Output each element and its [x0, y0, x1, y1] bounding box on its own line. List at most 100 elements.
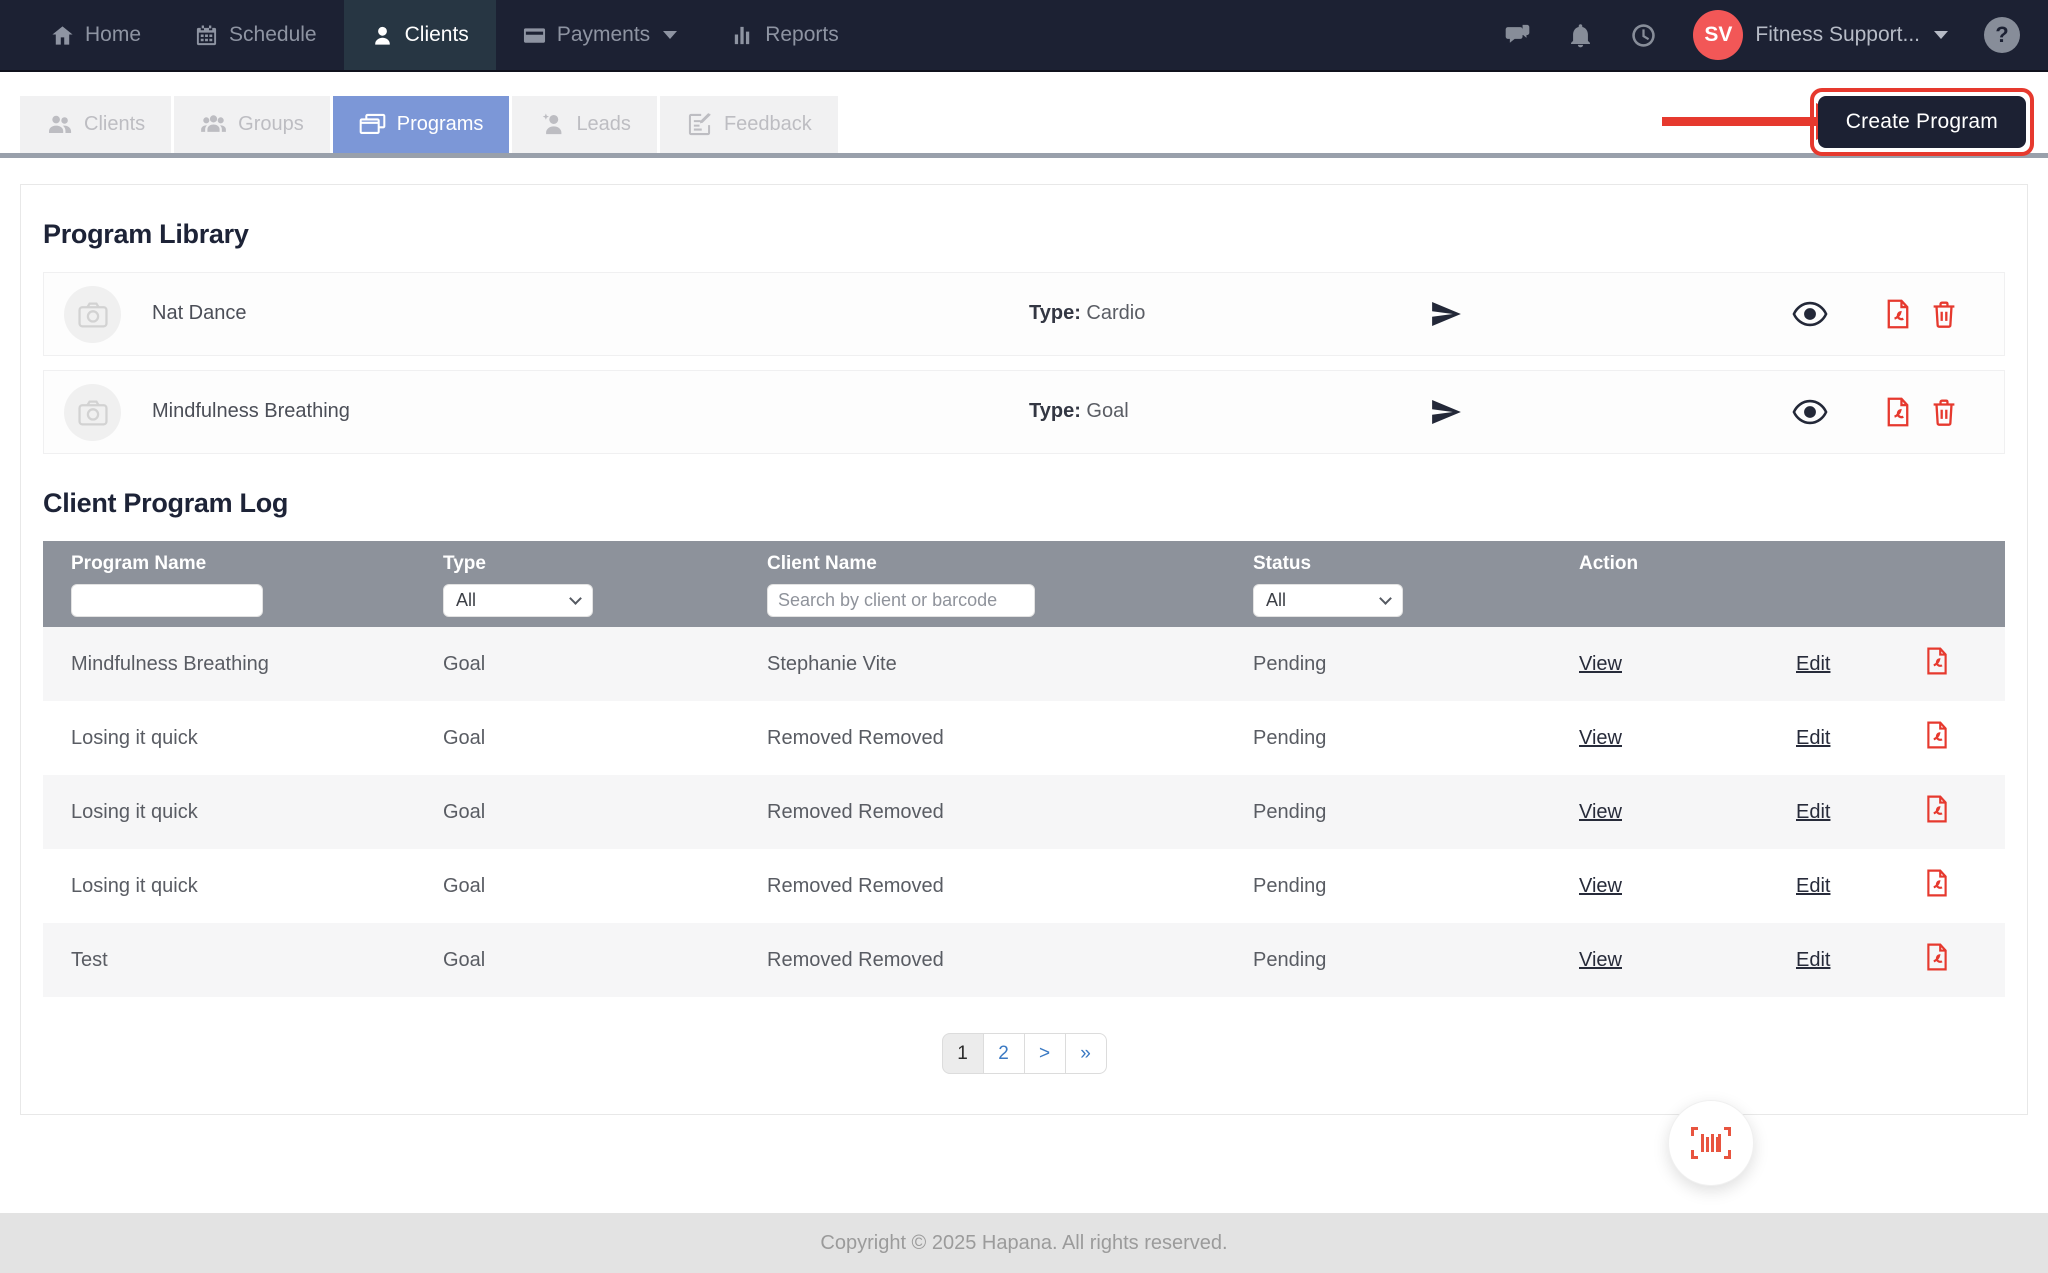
notifications-button[interactable] — [1567, 22, 1594, 49]
send-program-button[interactable] — [1429, 395, 1463, 434]
nav-clients[interactable]: Clients — [344, 0, 496, 70]
camera-placeholder-icon — [76, 298, 110, 332]
view-link[interactable]: View — [1579, 727, 1622, 749]
tab-leads-label: Leads — [576, 113, 631, 136]
top-nav-utilities: SV Fitness Support... ? — [1504, 0, 2048, 70]
cell-program: Losing it quick — [71, 875, 443, 898]
cell-status: Pending — [1253, 949, 1579, 972]
trash-icon — [1930, 299, 1958, 329]
tab-clients[interactable]: Clients — [20, 96, 171, 153]
program-name-header: Program Name — [71, 553, 443, 575]
account-menu[interactable]: SV Fitness Support... — [1693, 10, 1948, 60]
row-pdf-button[interactable] — [1924, 869, 1950, 903]
page-1-button[interactable]: 1 — [942, 1033, 984, 1074]
tab-programs[interactable]: Programs — [333, 96, 510, 153]
program-name-filter-input[interactable] — [71, 584, 263, 617]
person-icon — [371, 24, 394, 47]
next-page-button[interactable]: > — [1024, 1033, 1066, 1074]
table-row: Mindfulness Breathing Goal Stephanie Vit… — [43, 627, 2005, 701]
home-icon — [51, 24, 74, 47]
program-pdf-button[interactable] — [1884, 397, 1912, 432]
edit-link[interactable]: Edit — [1796, 949, 1830, 971]
preview-program-button[interactable] — [1792, 399, 1828, 430]
pdf-file-icon — [1924, 943, 1950, 971]
edit-link[interactable]: Edit — [1796, 653, 1830, 675]
account-name: Fitness Support... — [1755, 23, 1920, 47]
type-filter-select[interactable]: All — [443, 584, 593, 617]
feedback-tab-icon — [686, 111, 713, 138]
cell-type: Goal — [443, 653, 767, 676]
edit-link[interactable]: Edit — [1796, 875, 1830, 897]
cell-client: Removed Removed — [767, 949, 1253, 972]
cell-type: Goal — [443, 949, 767, 972]
last-page-button[interactable]: » — [1065, 1033, 1107, 1074]
type-filter-value: All — [456, 590, 476, 611]
cell-action: View Edit — [1579, 943, 2005, 977]
footer: Copyright © 2025 Hapana. All rights rese… — [0, 1213, 2048, 1273]
view-link[interactable]: View — [1579, 653, 1622, 675]
nav-home[interactable]: Home — [24, 0, 168, 70]
edit-link[interactable]: Edit — [1796, 727, 1830, 749]
history-button[interactable] — [1630, 22, 1657, 49]
view-link[interactable]: View — [1579, 801, 1622, 823]
cell-client: Removed Removed — [767, 801, 1253, 824]
content-card: Program Library Nat Dance Type: Cardio — [20, 184, 2028, 1115]
view-link[interactable]: View — [1579, 875, 1622, 897]
client-search-input[interactable] — [767, 584, 1035, 617]
delete-program-button[interactable] — [1930, 299, 1958, 334]
table-row: Losing it quick Goal Removed Removed Pen… — [43, 849, 2005, 923]
cell-status: Pending — [1253, 727, 1579, 750]
row-pdf-button[interactable] — [1924, 647, 1950, 681]
column-action: Action — [1579, 553, 2005, 617]
cell-status: Pending — [1253, 875, 1579, 898]
calendar-icon — [195, 24, 218, 47]
status-header: Status — [1253, 553, 1579, 575]
tab-groups-label: Groups — [238, 113, 304, 136]
delete-program-button[interactable] — [1930, 397, 1958, 432]
cell-program: Losing it quick — [71, 727, 443, 750]
nav-payments-label: Payments — [557, 23, 650, 47]
status-filter-select[interactable]: All — [1253, 584, 1403, 617]
bell-icon — [1567, 22, 1594, 49]
program-type: Type: Cardio — [1029, 302, 1145, 325]
tab-programs-label: Programs — [397, 113, 484, 136]
create-program-button[interactable]: Create Program — [1818, 96, 2026, 148]
cell-status: Pending — [1253, 653, 1579, 676]
cell-program: Mindfulness Breathing — [71, 653, 443, 676]
pdf-file-icon — [1884, 397, 1912, 427]
cell-action: View Edit — [1579, 647, 2005, 681]
row-pdf-button[interactable] — [1924, 721, 1950, 755]
eye-icon — [1792, 301, 1828, 327]
page-2-button[interactable]: 2 — [983, 1033, 1025, 1074]
trash-icon — [1930, 397, 1958, 427]
cell-client: Stephanie Vite — [767, 653, 1253, 676]
tab-groups[interactable]: Groups — [174, 96, 330, 153]
messages-button[interactable] — [1504, 22, 1531, 49]
pdf-file-icon — [1884, 299, 1912, 329]
nav-schedule[interactable]: Schedule — [168, 0, 344, 70]
edit-link[interactable]: Edit — [1796, 801, 1830, 823]
nav-clients-label: Clients — [405, 23, 469, 47]
barcode-scan-fab[interactable] — [1668, 1100, 1754, 1186]
nav-reports[interactable]: Reports — [704, 0, 866, 70]
nav-schedule-label: Schedule — [229, 23, 317, 47]
library-row: Mindfulness Breathing Type: Goal — [43, 370, 2005, 454]
nav-payments[interactable]: Payments — [496, 0, 704, 70]
program-pdf-button[interactable] — [1884, 299, 1912, 334]
leads-tab-icon — [538, 111, 565, 138]
view-link[interactable]: View — [1579, 949, 1622, 971]
pdf-file-icon — [1924, 869, 1950, 897]
sub-tabs: Clients Groups Programs Leads Feedback — [0, 96, 2048, 158]
column-status: Status All — [1253, 553, 1579, 617]
preview-program-button[interactable] — [1792, 301, 1828, 332]
help-button[interactable]: ? — [1984, 17, 2020, 53]
cell-program: Test — [71, 949, 443, 972]
row-pdf-button[interactable] — [1924, 795, 1950, 829]
tab-leads[interactable]: Leads — [512, 96, 657, 153]
camera-placeholder-icon — [76, 396, 110, 430]
send-icon — [1429, 297, 1463, 331]
send-program-button[interactable] — [1429, 297, 1463, 336]
cell-type: Goal — [443, 875, 767, 898]
row-pdf-button[interactable] — [1924, 943, 1950, 977]
tab-feedback[interactable]: Feedback — [660, 96, 838, 153]
